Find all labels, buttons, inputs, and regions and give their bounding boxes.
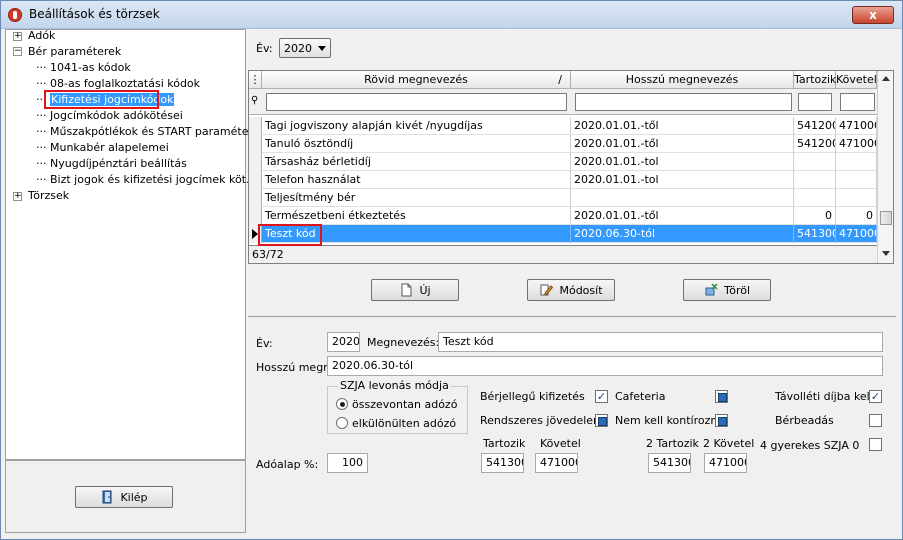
nemkell-checkbox[interactable] [715,414,728,427]
grid-scrollbar[interactable] [877,71,893,263]
rendszeres-checkbox[interactable] [595,414,608,427]
expand-plus-icon[interactable]: + [13,32,22,41]
scroll-thumb[interactable] [880,211,892,225]
table-row[interactable]: Természetbeni étkeztetés 2020.01.01.-től… [249,207,877,225]
year-select[interactable]: 2020 [279,38,331,58]
binoculars-icon: ⚲ [251,95,259,106]
ev-field[interactable]: 2020 [327,332,360,352]
col-header-tartozik[interactable]: Tartozik [794,71,836,89]
table-row[interactable]: Tanuló ösztöndíj 2020.01.01.-től 541200 … [249,135,877,153]
tartozik-field[interactable]: 541300 [481,453,524,473]
highlight-box [258,224,322,246]
table-row[interactable]: Telefon használat 2020.01.01.-tol [249,171,877,189]
berjellegu-label: Bérjellegű kifizetés [480,390,585,403]
tree-item-torzsek[interactable]: Törzsek [28,189,69,202]
app-icon [8,8,22,22]
hosszu-field[interactable]: 2020.06.30-tól [327,356,883,376]
tree-item-jogcimkodok-adokotesei[interactable]: ··· Jogcímkódok adókötései [36,109,183,122]
tartozik2-field[interactable]: 541300 [648,453,691,473]
edit-document-icon [540,284,554,296]
scroll-up-icon[interactable] [882,76,890,81]
tree-item-munkaber[interactable]: ··· Munkabér alapelemei [36,141,169,154]
col-header-kovetel[interactable]: Követel [836,71,877,89]
tartozik-label: Tartozik [483,437,526,450]
tree-item-adok[interactable]: Adók [28,29,55,42]
megnevezes-field[interactable]: Teszt kód [438,332,883,352]
tree-item-muszakpotlekok[interactable]: ··· Műszakpótlékok és START paraméterek [36,125,266,138]
tavolleti-label: Távolléti díjba kell [775,390,873,403]
tree-item-ber-parameterek[interactable]: Bér paraméterek [28,45,121,58]
new-button[interactable]: Új [371,279,459,301]
table-row[interactable]: Teljesítmény bér [249,189,877,207]
close-button[interactable]: x [852,6,894,24]
sort-icon: ∕ [558,73,562,86]
table-row-selected[interactable]: Teszt kód 2020.06.30-tól 541300 471000 [249,225,877,243]
expand-plus-icon[interactable]: + [13,192,22,201]
title-bar: Beállítások és törzsek x [1,1,902,29]
tartozik2-label: 2 Tartozik [646,437,699,450]
szja-title: SZJA levonás módja [338,379,451,392]
kovetel2-label: 2 Követel [703,437,755,450]
rendszeres-label: Rendszeres jövedelem [480,414,604,427]
highlight-box [44,90,159,109]
tree-item-bizt-jogok[interactable]: ··· Bizt jogok és kifizetési jogcímek kö… [36,173,250,186]
gyerek-checkbox[interactable] [869,438,882,451]
gyerek-label: 4 gyerekes SZJA 0 [760,439,860,452]
radio-elkulonulten[interactable] [336,417,348,429]
delete-button[interactable]: Töröl [683,279,771,301]
col-header-hosszu[interactable]: Hosszú megnevezés [571,71,794,89]
delete-icon [705,283,718,296]
tree-item-1041[interactable]: ··· 1041-as kódok [36,61,131,74]
table-row[interactable]: Társasház bérletidíj 2020.01.01.-tol [249,153,877,171]
kovetel-field[interactable]: 471000 [535,453,578,473]
hosszu-label: Hosszú megn.: [256,361,338,374]
berbeadas-label: Bérbeadás [775,414,834,427]
kovetel-label: Követel [540,437,581,450]
scroll-down-icon[interactable] [882,251,890,256]
radio-osszevontan-label: összevontan adózó [352,398,458,411]
radio-elkulonulten-label: elkülönülten adózó [352,417,457,430]
collapse-minus-icon[interactable]: − [13,47,22,56]
cafeteria-label: Cafeteria [615,390,666,403]
window-title: Beállítások és törzsek [29,7,160,21]
tavolleti-checkbox[interactable]: ✓ [869,390,882,403]
divider [248,316,896,317]
new-document-icon [401,283,412,297]
year-label: Év: [256,42,273,55]
exit-button[interactable]: Kilép [75,486,173,508]
chevron-down-icon [318,46,326,51]
berbeadas-checkbox[interactable] [869,414,882,427]
tree-item-08[interactable]: ··· 08-as foglalkoztatási kódok [36,77,200,90]
adoalap-label: Adóalap %: [256,458,319,471]
col-header-rovid[interactable]: Rövid megnevezés ∕ [262,71,571,89]
filter-input-kovetel[interactable] [840,93,875,111]
modify-button[interactable]: Módosít [527,279,615,301]
filter-input-rovid[interactable] [266,93,567,111]
megnevezes-label: Megnevezés: [367,336,440,349]
record-count: 63/72 [249,245,877,263]
berjellegu-checkbox[interactable]: ✓ [595,390,608,403]
table-row[interactable]: Tagi jogviszony alapján kivét /nyugdíjas… [249,117,877,135]
door-exit-icon [102,490,112,504]
kovetel2-field[interactable]: 471000 [704,453,747,473]
filter-input-hosszu[interactable] [575,93,792,111]
nemkell-label: Nem kell kontírozni [615,414,721,427]
data-grid: ⋮ Rövid megnevezés ∕ Hosszú megnevezés Ta… [248,70,894,264]
filter-row: ⚲ [249,89,877,115]
adoalap-field[interactable]: 100 [327,453,368,473]
grid-corner-icon[interactable]: ⋮ [249,71,262,89]
cafeteria-checkbox[interactable] [715,390,728,403]
tree-item-nyugdijpenztari[interactable]: ··· Nyugdíjpénztári beállítás [36,157,187,170]
filter-input-tartozik[interactable] [798,93,832,111]
ev-label: Év: [256,337,273,350]
radio-osszevontan[interactable] [336,398,348,410]
